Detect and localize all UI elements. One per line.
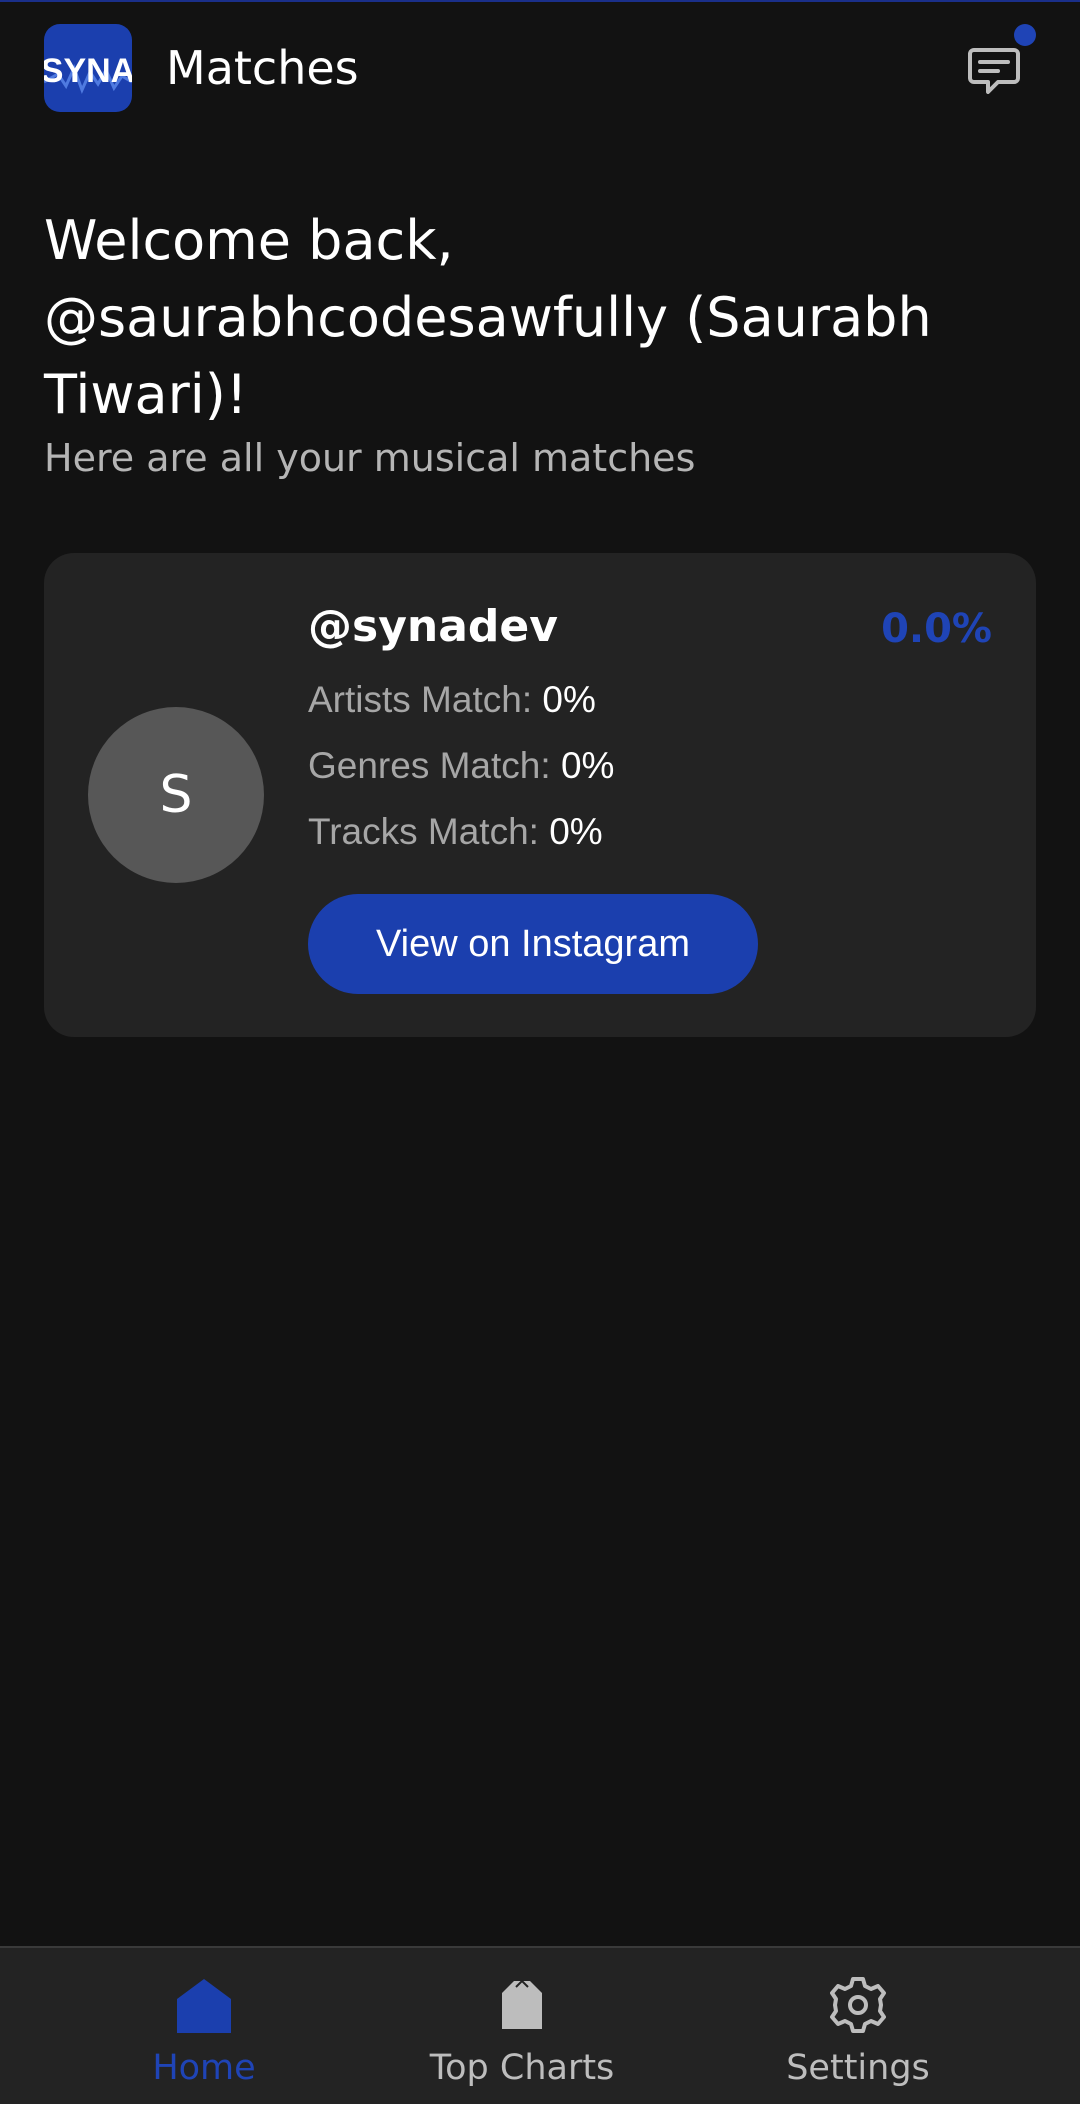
nav-label-settings: Settings	[786, 2048, 930, 2088]
logo-wave-icon: SYNA	[44, 52, 132, 95]
tracks-match-value: 0%	[549, 811, 603, 852]
view-on-instagram-button[interactable]: View on Instagram	[308, 894, 758, 994]
genres-match-value: 0%	[560, 745, 615, 786]
messages-button[interactable]	[962, 38, 1026, 102]
logo-text: SYNA	[44, 52, 132, 90]
genres-match-label: Genres Match:	[308, 745, 551, 786]
welcome-subtitle: Here are all your musical matches	[44, 436, 696, 480]
match-percent: 0.0%	[881, 606, 992, 652]
charts-icon	[491, 1974, 553, 2036]
welcome-title: Welcome back, @saurabhcodesawfully (Saur…	[44, 209, 932, 426]
chat-icon	[968, 48, 1020, 94]
nav-item-home[interactable]: Home	[134, 1948, 274, 2104]
genres-match-row: Genres Match: 0%	[308, 742, 614, 790]
artists-match-label: Artists Match:	[308, 679, 533, 720]
artists-match-row: Artists Match: 0%	[308, 676, 596, 724]
match-username: @synadev	[308, 601, 558, 652]
nav-label-home: Home	[152, 2048, 256, 2088]
app-logo: SYNA	[44, 24, 132, 112]
notification-dot	[1014, 24, 1036, 46]
tracks-match-label: Tracks Match:	[308, 811, 539, 852]
page-title: Matches	[166, 41, 359, 95]
nav-item-top-charts[interactable]: Top Charts	[412, 1948, 632, 2104]
avatar: S	[88, 707, 264, 883]
app-header: SYNA Matches	[0, 2, 1080, 134]
nav-label-top-charts: Top Charts	[429, 2048, 615, 2088]
nav-item-settings[interactable]: Settings	[778, 1948, 938, 2104]
home-icon	[173, 1974, 235, 2036]
match-card: S @synadev 0.0% Artists Match: 0% Genres…	[44, 553, 1036, 1037]
bottom-nav: Home Top Charts Settings	[0, 1946, 1080, 2104]
tracks-match-row: Tracks Match: 0%	[308, 808, 603, 856]
artists-match-value: 0%	[542, 679, 596, 720]
gear-icon	[827, 1974, 889, 2036]
